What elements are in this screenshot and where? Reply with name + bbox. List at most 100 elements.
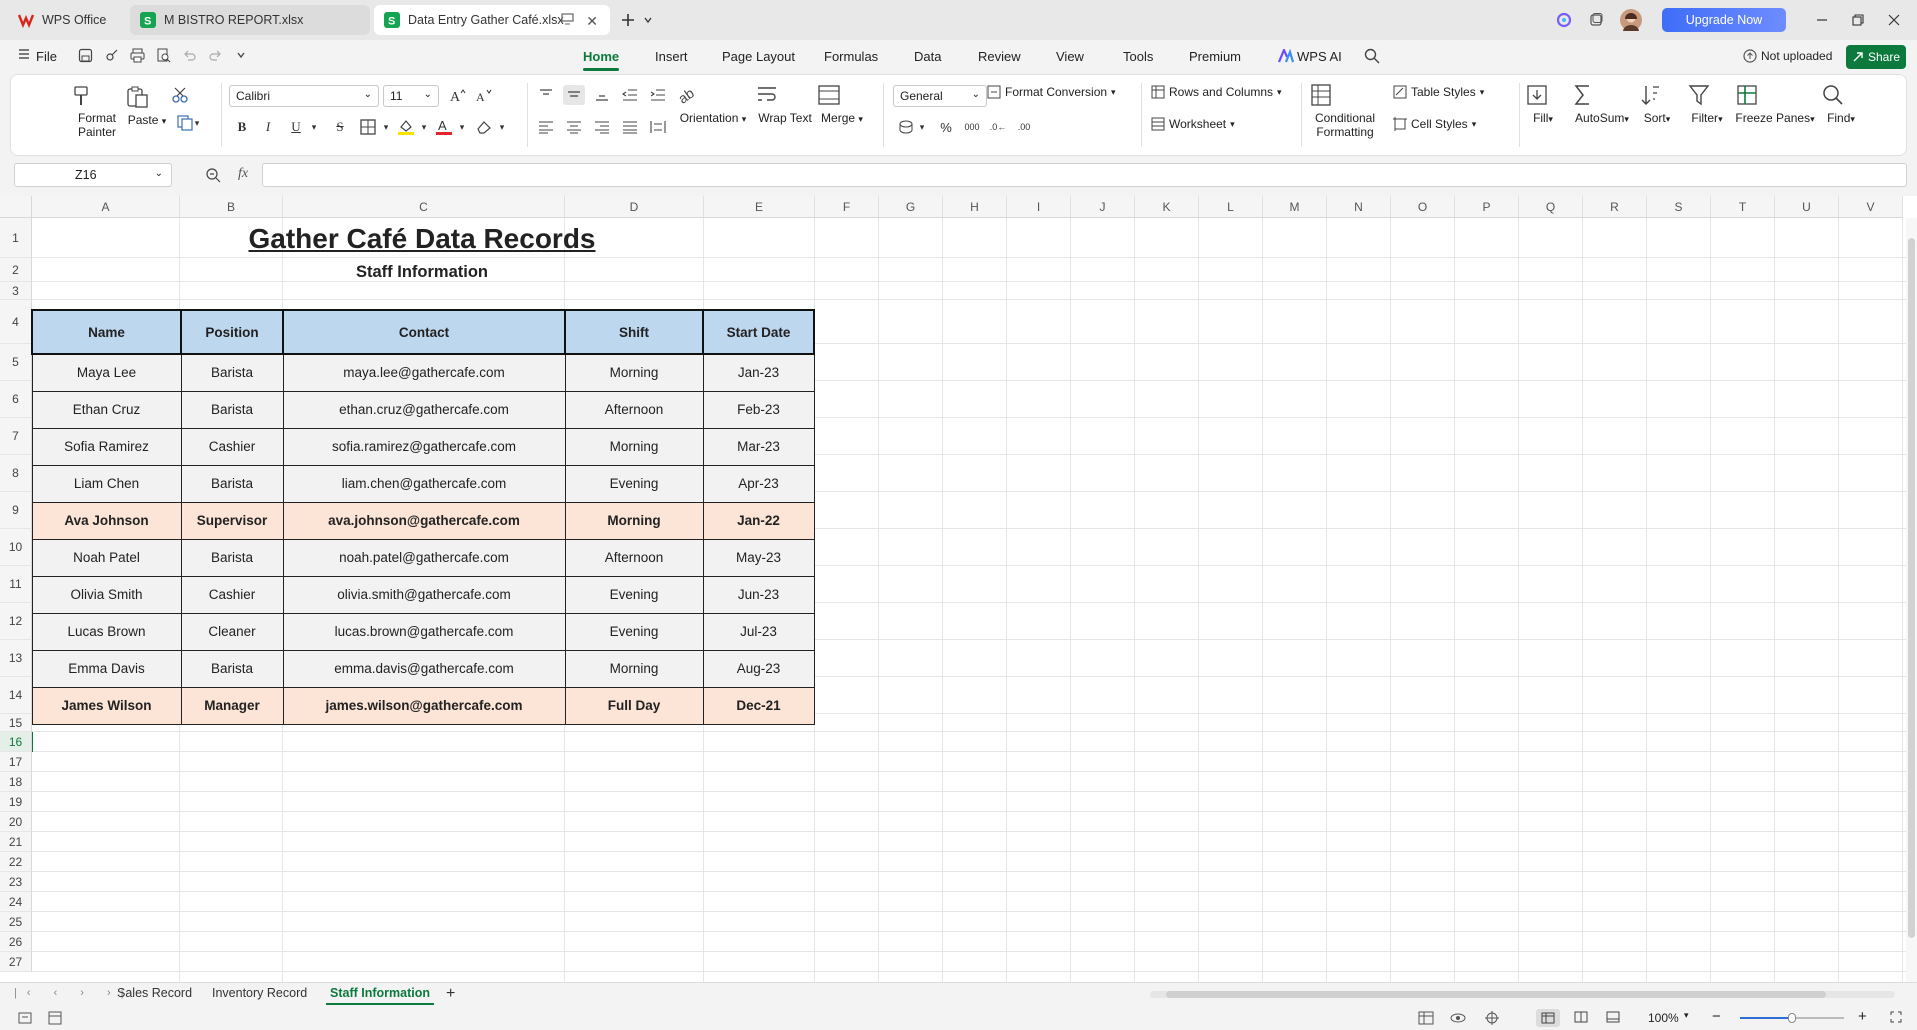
row-header-8[interactable]: 8 [0, 455, 32, 492]
row-header-18[interactable]: 18 [0, 772, 32, 792]
cell-position[interactable]: Barista [180, 353, 284, 392]
row-header-26[interactable]: 26 [0, 932, 32, 952]
row-header-10[interactable]: 10 [0, 529, 32, 566]
row-header-9[interactable]: 9 [0, 492, 32, 529]
close-window-icon[interactable] [1884, 10, 1904, 30]
cell-name[interactable]: Sofia Ramirez [31, 427, 182, 466]
sheet-tab-staff-information[interactable]: Staff Information [326, 986, 434, 1005]
cell-name[interactable]: James Wilson [31, 686, 182, 725]
row-header-12[interactable]: 12 [0, 603, 32, 640]
row-header-23[interactable]: 23 [0, 872, 32, 892]
macro-icon[interactable] [18, 1011, 32, 1025]
chevron-down-icon[interactable]: ▾ [1684, 1010, 1689, 1021]
ai-assistant-icon[interactable] [1554, 10, 1574, 30]
zoom-slider[interactable] [1740, 1013, 1844, 1023]
hamburger-icon[interactable] [18, 48, 30, 60]
column-header-b[interactable]: B [180, 196, 283, 218]
cell-shift[interactable]: Afternoon [564, 538, 704, 577]
row-header-2[interactable]: 2 [0, 258, 32, 282]
cell-name[interactable]: Ethan Cruz [31, 390, 182, 429]
cell-shift[interactable]: Evening [564, 575, 704, 614]
restore-icon[interactable] [1848, 10, 1868, 30]
row-header-1[interactable]: 1 [0, 218, 32, 258]
column-header-d[interactable]: D [565, 196, 704, 218]
vertical-scrollbar[interactable] [1906, 218, 1917, 982]
tab-data[interactable]: Data [914, 49, 941, 64]
freeze-panes-button[interactable]: Freeze Panes▾ [1735, 83, 1815, 125]
cell-position[interactable]: Cleaner [180, 612, 284, 651]
strikethrough-button[interactable]: S [329, 117, 351, 137]
cell-name[interactable]: Olivia Smith [31, 575, 182, 614]
search-icon[interactable] [1364, 48, 1380, 64]
select-all-corner[interactable] [0, 196, 32, 218]
table-view-icon[interactable] [1418, 1011, 1434, 1025]
cell-position[interactable]: Supervisor [180, 501, 284, 540]
fullscreen-icon[interactable] [1890, 1011, 1902, 1023]
page-layout-view-icon[interactable] [1574, 1011, 1588, 1023]
tab-view[interactable]: View [1056, 49, 1084, 64]
new-tab-icon[interactable] [618, 10, 638, 30]
filter-button[interactable]: Filter▾ [1687, 83, 1727, 125]
column-header-h[interactable]: H [943, 196, 1007, 218]
cell-name[interactable]: Maya Lee [31, 353, 182, 392]
cell-position[interactable]: Barista [180, 538, 284, 577]
row-header-3[interactable]: 3 [0, 282, 32, 300]
cell-shift[interactable]: Morning [564, 649, 704, 688]
cell-position[interactable]: Cashier [180, 427, 284, 466]
save-icon[interactable] [78, 48, 93, 63]
header-name[interactable]: Name [31, 309, 182, 355]
tab-insert[interactable]: Insert [655, 49, 688, 64]
zoom-level[interactable]: 100% [1648, 1011, 1679, 1025]
increase-font-icon[interactable]: A [447, 85, 469, 105]
column-header-l[interactable]: L [1199, 196, 1263, 218]
cell-contact[interactable]: maya.lee@gathercafe.com [282, 353, 566, 392]
table-styles-button[interactable]: Table Styles ▾ [1393, 85, 1484, 99]
row-header-27[interactable]: 27 [0, 952, 32, 972]
add-sheet-icon[interactable]: + [446, 985, 455, 1003]
number-format-select[interactable]: General ⌄ [893, 85, 987, 107]
bold-button[interactable]: B [231, 117, 253, 137]
tab-home[interactable]: Home [583, 49, 620, 71]
zoom-in-icon[interactable]: + [1858, 1008, 1867, 1025]
minimize-icon[interactable] [1812, 10, 1832, 30]
zoom-formula-icon[interactable] [206, 168, 221, 183]
column-header-j[interactable]: J [1071, 196, 1135, 218]
increase-indent-icon[interactable] [647, 85, 669, 105]
cell-start-date[interactable]: Dec-21 [702, 686, 815, 725]
cell-contact[interactable]: olivia.smith@gathercafe.com [282, 575, 566, 614]
share-link-icon[interactable] [104, 48, 119, 63]
undo-icon[interactable] [182, 48, 197, 63]
fx-icon[interactable]: fx [238, 166, 248, 182]
sort-button[interactable]: Sort▾ [1639, 83, 1675, 125]
cell-position[interactable]: Barista [180, 464, 284, 503]
font-name-select[interactable]: Calibri ⌄ [229, 85, 379, 107]
chevron-down-icon[interactable]: ▾ [413, 117, 435, 137]
decrease-decimal-icon[interactable]: .00 [1013, 117, 1035, 137]
cell-shift[interactable]: Morning [564, 353, 704, 392]
cell-start-date[interactable]: Apr-23 [702, 464, 815, 503]
cell-start-date[interactable]: Feb-23 [702, 390, 815, 429]
merge-button[interactable]: Merge ▾ [817, 83, 867, 125]
chevron-down-icon[interactable]: ▾ [375, 117, 397, 137]
cell-start-date[interactable]: Jun-23 [702, 575, 815, 614]
cell-position[interactable]: Barista [180, 390, 284, 429]
chevron-down-icon[interactable]: ▾ [491, 117, 513, 137]
column-header-u[interactable]: U [1775, 196, 1839, 218]
header-shift[interactable]: Shift [564, 309, 704, 355]
share-button[interactable]: Share [1846, 45, 1906, 69]
tab-tools[interactable]: Tools [1123, 49, 1153, 64]
cell-styles-button[interactable]: Cell Styles ▾ [1393, 117, 1476, 131]
scroll-thumb[interactable] [1166, 991, 1826, 998]
column-header-r[interactable]: R [1583, 196, 1647, 218]
chevron-down-icon[interactable]: ▾ [303, 117, 325, 137]
chevron-down-icon[interactable] [236, 50, 246, 60]
tab-formulas[interactable]: Formulas [824, 49, 878, 64]
sheet-nav-arrows[interactable]: |‹ ‹ › ›| [14, 987, 134, 999]
column-header-s[interactable]: S [1647, 196, 1711, 218]
cell-name[interactable]: Noah Patel [31, 538, 182, 577]
italic-button[interactable]: I [257, 117, 279, 137]
column-header-g[interactable]: G [879, 196, 943, 218]
sheet-title[interactable]: Gather Café Data Records [32, 220, 812, 258]
fill-button[interactable]: Fill▾ [1525, 83, 1561, 125]
row-header-13[interactable]: 13 [0, 640, 32, 677]
